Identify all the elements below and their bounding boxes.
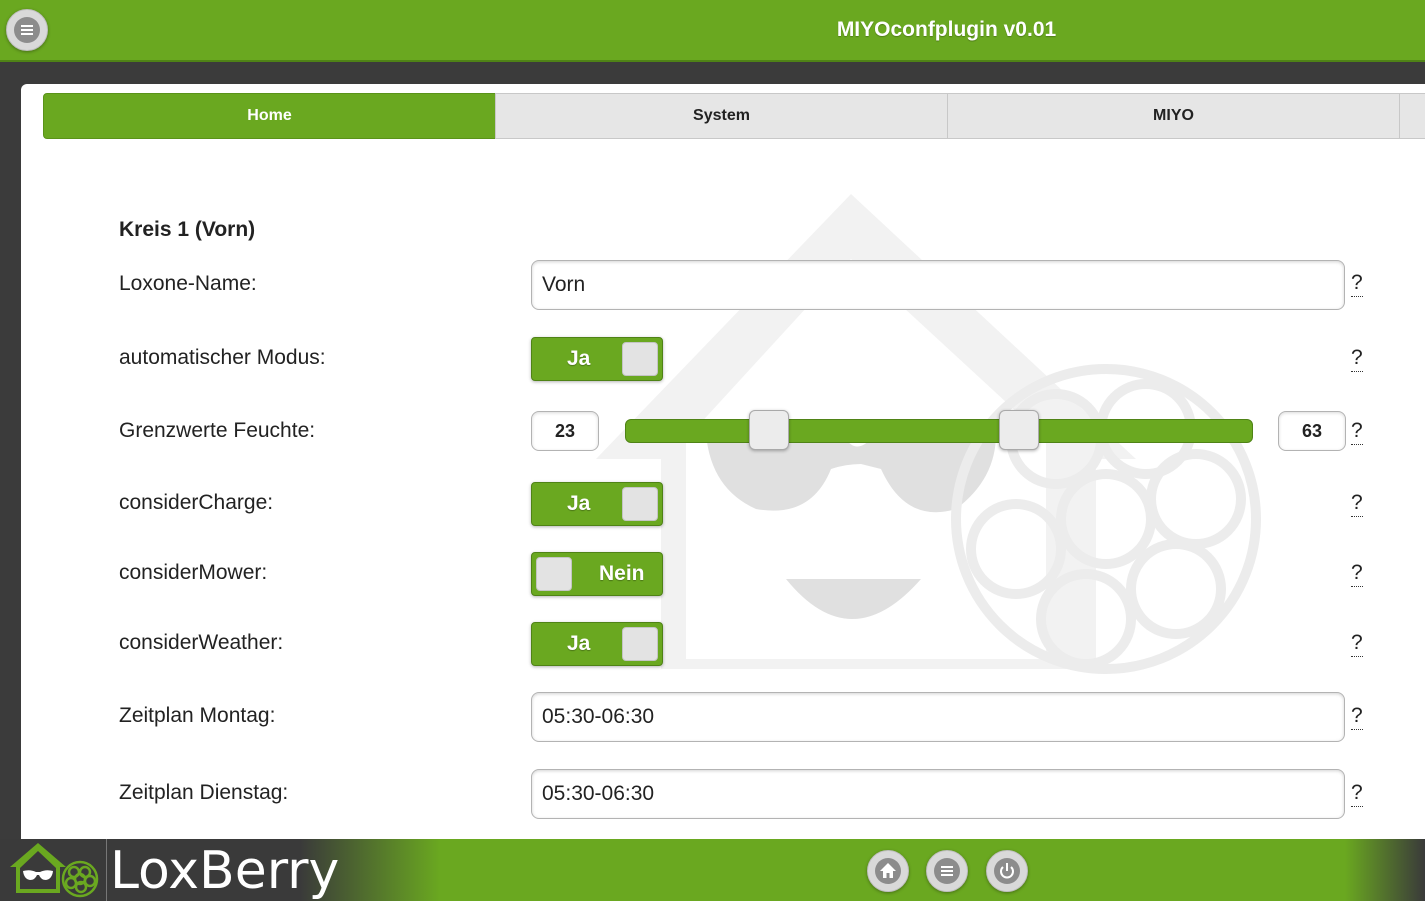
consider-mower-toggle[interactable]: Nein xyxy=(531,552,663,596)
footer-bar: LoxBerry xyxy=(0,839,1425,901)
section-title: Kreis 1 (Vorn) xyxy=(119,218,256,241)
auto-mode-state: Ja xyxy=(567,347,591,370)
help-loxone-name[interactable]: ? xyxy=(1351,272,1363,297)
humidity-range-slider[interactable] xyxy=(625,419,1253,443)
footer-divider xyxy=(106,839,107,901)
schedule-tuesday-input[interactable]: 05:30-06:30 xyxy=(531,769,1345,819)
tab-bar: Home System MIYO xyxy=(43,93,1425,141)
toggle-knob xyxy=(622,627,658,661)
toggle-knob xyxy=(622,342,658,376)
humidity-min-handle[interactable] xyxy=(749,410,789,450)
footer-home-button[interactable] xyxy=(867,850,909,892)
schedule-monday-label: Zeitplan Montag: xyxy=(119,704,276,727)
help-consider-weather[interactable]: ? xyxy=(1351,632,1363,657)
consider-mower-state: Nein xyxy=(599,562,645,585)
schedule-tuesday-label: Zeitplan Dienstag: xyxy=(119,781,289,804)
help-schedule-tuesday[interactable]: ? xyxy=(1351,782,1363,807)
consider-charge-label: considerCharge: xyxy=(119,491,274,514)
help-schedule-monday[interactable]: ? xyxy=(1351,705,1363,730)
consider-mower-label: considerMower: xyxy=(119,561,268,584)
humidity-max-input[interactable]: 63 xyxy=(1278,411,1346,451)
tab-system[interactable]: System xyxy=(495,93,948,139)
consider-weather-toggle[interactable]: Ja xyxy=(531,622,663,666)
consider-charge-state: Ja xyxy=(567,492,591,515)
humidity-min-input[interactable]: 23 xyxy=(531,411,599,451)
toggle-knob xyxy=(622,487,658,521)
consider-weather-state: Ja xyxy=(567,632,591,655)
tab-overflow[interactable] xyxy=(1399,93,1425,139)
help-consider-mower[interactable]: ? xyxy=(1351,562,1363,587)
power-icon xyxy=(994,858,1020,884)
loxone-name-label: Loxone-Name: xyxy=(119,272,257,295)
header-bar: MIYOconfplugin v0.01 xyxy=(0,0,1425,62)
tab-home[interactable]: Home xyxy=(43,93,496,139)
home-icon xyxy=(875,858,901,884)
footer-menu-button[interactable] xyxy=(926,850,968,892)
toggle-knob xyxy=(536,557,572,591)
tab-miyo[interactable]: MIYO xyxy=(947,93,1400,139)
help-humidity[interactable]: ? xyxy=(1351,420,1363,445)
content-panel: Home System MIYO Kreis 1 (Vorn) Loxone-N… xyxy=(21,84,1425,844)
consider-weather-label: considerWeather: xyxy=(119,631,284,654)
loxone-name-input[interactable]: Vorn xyxy=(531,260,1345,310)
consider-charge-toggle[interactable]: Ja xyxy=(531,482,663,526)
humidity-label: Grenzwerte Feuchte: xyxy=(119,419,316,442)
menu-icon xyxy=(934,858,960,884)
help-auto-mode[interactable]: ? xyxy=(1351,347,1363,372)
loxberry-brand: LoxBerry xyxy=(110,841,340,901)
auto-mode-toggle[interactable]: Ja xyxy=(531,337,663,381)
loxberry-logo-icon xyxy=(10,843,99,898)
schedule-monday-input[interactable]: 05:30-06:30 xyxy=(531,692,1345,742)
auto-mode-label: automatischer Modus: xyxy=(119,346,326,369)
page-title: MIYOconfplugin v0.01 xyxy=(836,18,1057,41)
help-consider-charge[interactable]: ? xyxy=(1351,492,1363,517)
humidity-max-handle[interactable] xyxy=(999,410,1039,450)
footer-power-button[interactable] xyxy=(986,850,1028,892)
